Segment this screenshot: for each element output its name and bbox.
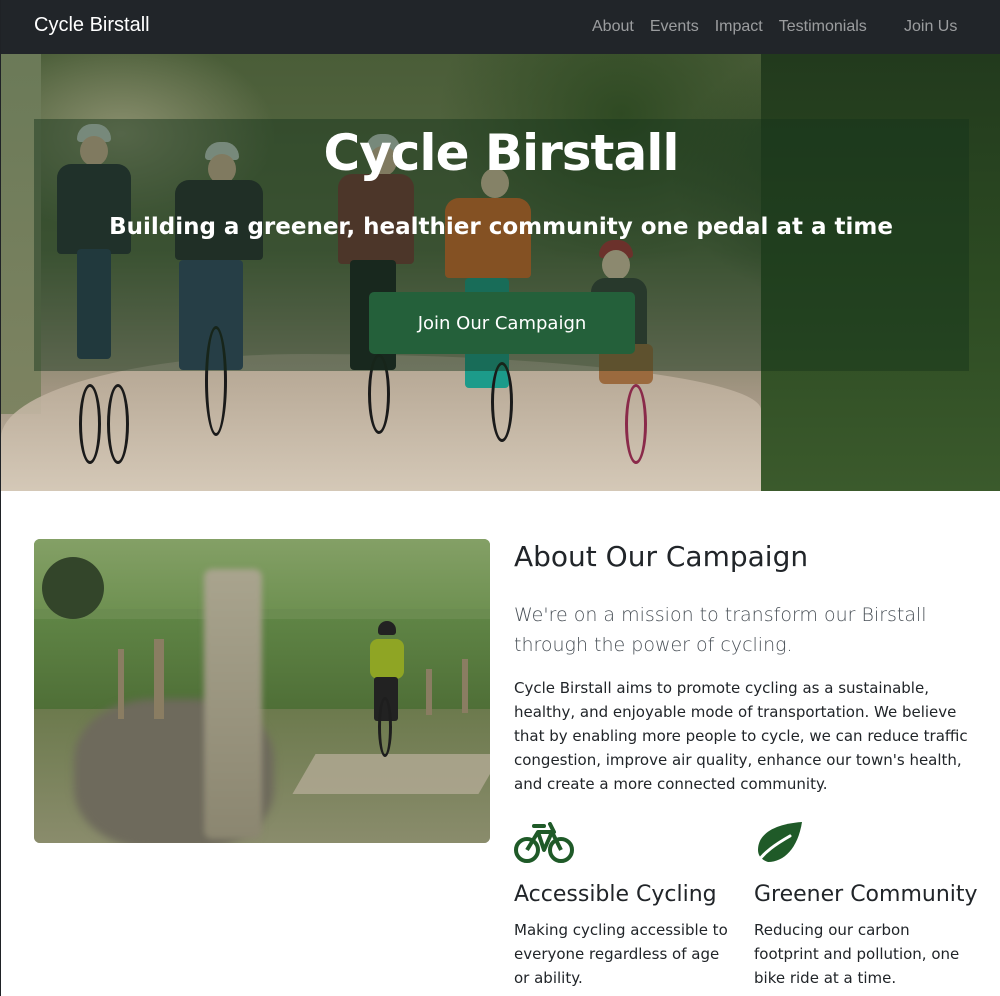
nav-link-events[interactable]: Events — [642, 16, 707, 38]
hero-section: Cycle Birstall Building a greener, healt… — [1, 54, 1000, 491]
join-campaign-button[interactable]: Join Our Campaign — [369, 292, 635, 354]
feature-title: Accessible Cycling — [514, 882, 717, 907]
nav-link-impact[interactable]: Impact — [707, 16, 771, 38]
hero-title: Cycle Birstall — [323, 124, 680, 182]
hero-subtitle: Building a greener, healthier community … — [109, 214, 893, 240]
nav-link-testimonials[interactable]: Testimonials — [771, 16, 875, 38]
nav-link-about[interactable]: About — [584, 16, 642, 38]
nav-link-join-us[interactable]: Join Us — [896, 16, 965, 38]
about-image — [34, 539, 490, 843]
feature-title: Greener Community — [754, 882, 978, 907]
brand-link[interactable]: Cycle Birstall — [34, 14, 150, 37]
feature-text: Reducing our carbon footprint and pollut… — [754, 921, 960, 987]
about-heading: About Our Campaign — [514, 540, 809, 573]
bicycle-icon — [514, 822, 574, 868]
leaf-icon — [754, 822, 804, 868]
about-body: Cycle Birstall aims to promote cycling a… — [514, 679, 968, 793]
nav-links: About Events Impact Testimonials — [584, 16, 875, 38]
navbar: Cycle Birstall About Events Impact Testi… — [1, 0, 1000, 54]
feature-text: Making cycling accessible to everyone re… — [514, 921, 728, 987]
about-lead: We're on a mission to transform our Birs… — [514, 604, 927, 656]
